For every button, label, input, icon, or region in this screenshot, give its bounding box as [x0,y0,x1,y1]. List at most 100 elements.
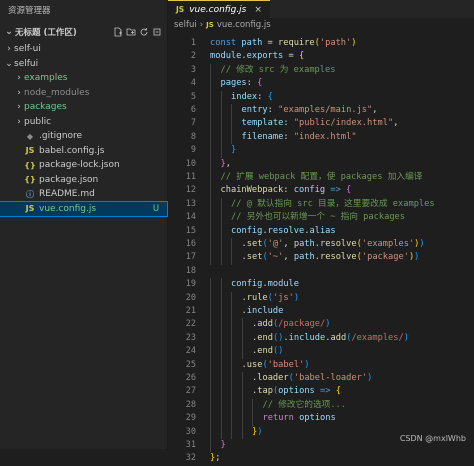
tree-item-selfui[interactable]: ⌄ selfui [0,57,167,72]
code-token: , [372,105,378,115]
indent-guide [231,318,232,332]
close-icon[interactable]: × [254,5,262,15]
indent-guide [220,211,222,225]
tree-item-readme-md[interactable]: ⓘ README.md [0,187,167,202]
code-token: pages [220,78,247,89]
code-token: { [257,78,263,89]
code-token: : [283,185,294,196]
code-text: }, [221,158,231,171]
line-number: 21 [185,306,196,316]
workspace-title: 无标题 (工作区) [15,28,77,38]
code-token: set [246,239,263,249]
tree-item-babel-config-js[interactable]: JS babel.config.js [0,144,167,159]
code-token: , [393,118,399,129]
line-number: 11 [185,172,196,182]
line-number: 8 [190,131,196,142]
breadcrumb-file[interactable]: vue.config.js [217,18,271,33]
code-line: 4 pages: { [168,77,474,91]
tab-bar: JS vue.config.js × [168,0,474,18]
code-text: chainWebpack: config => { [221,184,352,197]
new-file-icon[interactable] [113,27,123,37]
editor-pane: JS vue.config.js × selfui › JS vue.confi… [168,0,474,463]
indent-guide [210,77,211,91]
indent-guide [252,412,253,426]
tree-item-vue-config-js[interactable]: JS vue.config.js U [0,200,168,217]
tree-item-package-json[interactable]: {} package.json [0,173,167,188]
code-text: // 修改 src 为 examples [221,64,336,77]
chevron-right-icon: › [199,20,204,30]
code-token: = [283,51,299,62]
tree-item-examples[interactable]: › examples [0,71,167,86]
breadcrumb-folder[interactable]: selfui [174,18,197,33]
code-token: 'package' [361,252,409,263]
code-token: ) [325,319,331,330]
code-editor[interactable]: 1 const path = require('path') 2 module.exp… [168,37,474,463]
code-token: , [225,158,231,169]
code-token: "index.html" [293,131,357,142]
code-text: .end().include.add(/examples/) [252,332,409,345]
code-token: ) [257,426,263,437]
indent-guide [210,318,211,332]
line-number: 29 [185,413,196,424]
code-token: tap [257,386,273,397]
tree-item-gitignore[interactable]: ◆ .gitignore [0,129,167,144]
indent-guide [220,130,222,145]
code-token: => [325,185,347,196]
code-token: // @ 默认指向 src 目录，这里要改成 examples [231,198,435,209]
code-line: 11 // 扩展 webpack 配置，使 packages 加入编译 [168,171,474,185]
tree-item-package-lock-json[interactable]: {} package-lock.json [0,158,167,173]
code-line: 16 .set('@', path.resolve('examples')) [168,238,474,252]
code-token: filename [241,131,284,142]
indent-guide [210,117,211,131]
collapse-all-icon[interactable] [152,27,162,37]
line-number: 6 [190,105,196,115]
code-line: 13 // @ 默认指向 src 目录，这里要改成 examples [168,197,474,212]
indent-guide [252,398,253,413]
tree-item-public[interactable]: › public [0,115,167,130]
tree-item-node-modules[interactable]: › node_modules [0,86,167,101]
line-number: 28 [185,399,196,410]
code-text: .set('~', path.resolve('package')) [242,251,420,264]
tree-item-label: packages [24,102,67,113]
line-number: 16 [185,239,196,249]
indent-guide [210,224,211,238]
indent-guide [231,398,232,413]
indent-guide [231,117,232,131]
code-token: ) [367,373,373,383]
code-text: return options [263,412,336,425]
code-text: .include [242,305,284,318]
code-text: module.exports = { [210,50,304,63]
refresh-icon[interactable] [139,27,149,37]
tree-item-self-ui[interactable]: › self-ui [0,42,167,57]
line-number: 20 [185,292,196,303]
workspace-header[interactable]: ⌄ 无标题 (工作区) [0,22,167,42]
code-line: 3 // 修改 src 为 examples [168,63,474,78]
indent-guide [210,184,211,198]
indent-guide [231,305,232,319]
file-tree: › self-ui ⌄ selfui › examples › node_modules › pa… [0,42,168,217]
breadcrumb: selfui › JS vue.config.js [168,18,474,33]
code-line: 25 .use('babel') [168,358,474,372]
tree-item-packages[interactable]: › packages [0,100,167,115]
indent-guide [220,412,222,426]
code-line: 19 config.module [168,278,474,292]
code-text: config.module [231,278,299,291]
code-token: { [346,185,352,196]
indent-guide [210,197,211,212]
code-token: , [283,239,294,249]
line-number: 14 [185,212,196,223]
indent-guide [231,238,232,252]
code-line: 18 [168,265,474,278]
tree-item-label: selfui [14,58,39,69]
line-number: 13 [185,198,196,209]
code-token: { [335,386,341,397]
js-file-icon: JS [206,21,214,29]
new-folder-icon[interactable] [126,27,136,37]
code-token: // 另外也可以新增一个 ~ 指向 packages [231,212,406,223]
code-token: path [293,239,315,249]
tab-vue-config[interactable]: JS vue.config.js × [168,0,270,18]
code-token: path [293,252,315,263]
code-token: use [246,359,263,370]
line-number: 7 [190,118,196,129]
line-number: 24 [185,346,196,357]
